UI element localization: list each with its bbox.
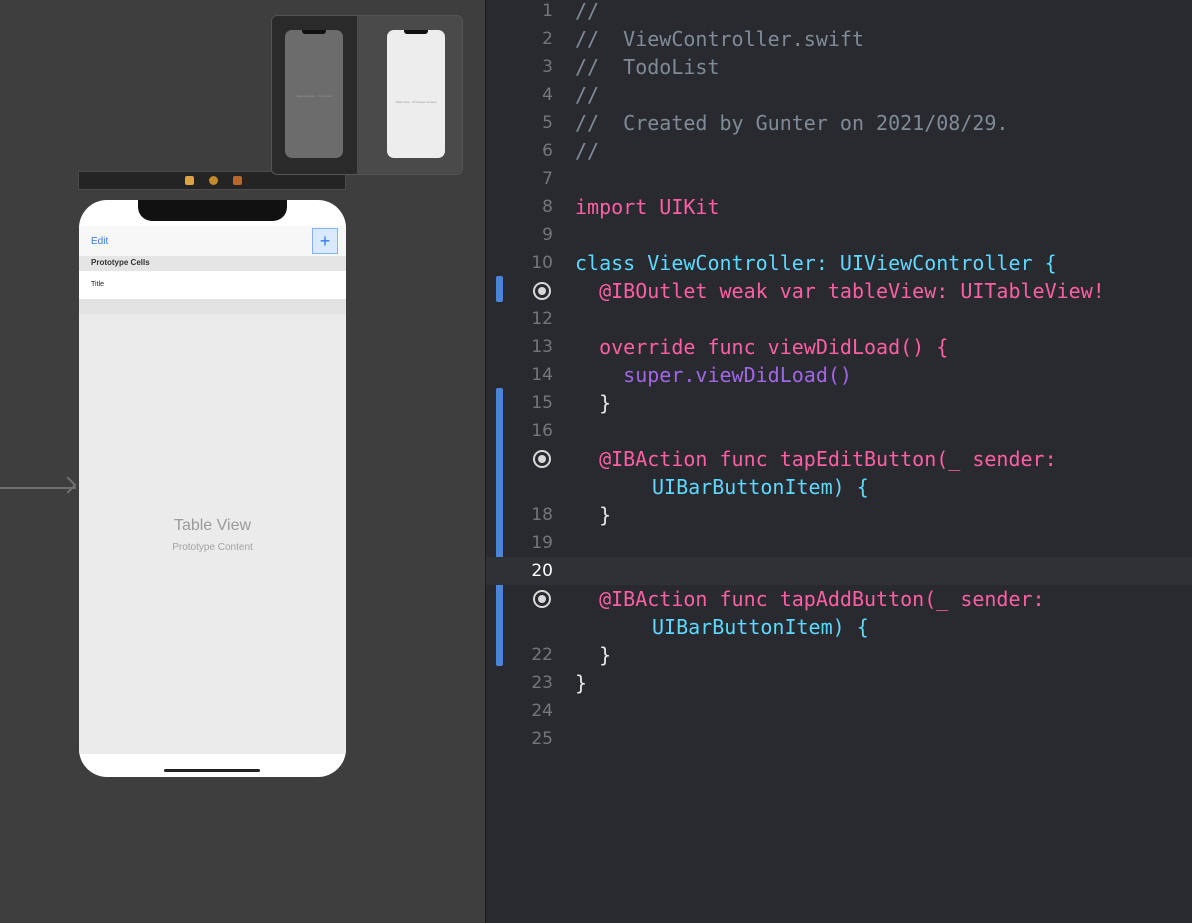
line-number: 15 [531,393,553,413]
code-line[interactable]: 14 super.viewDidLoad() [486,361,1192,389]
code-line-current[interactable]: 20 [486,557,1192,585]
line-number: 22 [531,645,553,665]
code-text: // TodoList [575,55,720,79]
code-text: } [575,671,588,695]
line-number: 13 [531,337,553,357]
code-line[interactable]: 7 [486,165,1192,193]
code-line[interactable]: 18 } [486,501,1192,529]
prototype-cells-label: Prototype Cells [91,258,150,267]
mini-phone: View controller · no content [285,30,343,158]
navigation-bar: Edit + [79,226,346,256]
thumbnail-view-controller[interactable]: View controller · no content [272,16,357,174]
line-number: 12 [531,309,553,329]
line-number: 23 [531,673,553,693]
code-line[interactable]: 15 } [486,389,1192,417]
home-indicator [164,769,260,772]
code-text: // [575,0,600,23]
mini-phone: Table View · Prototype Content [387,30,445,158]
scene-thumbnails-popover[interactable]: View controller · no content Table View … [271,15,463,175]
action-connection-icon[interactable] [533,450,551,468]
prototype-cell[interactable]: Title [79,271,346,300]
line-number: 16 [531,421,553,441]
table-view-separator [79,300,346,314]
code-line[interactable]: @IBAction func tapAddButton(_ sender: [486,585,1192,613]
code-text: // [575,139,600,163]
code-text: class ViewController: UIViewController { [575,251,1057,275]
code-line-continuation[interactable]: UIBarButtonItem) { [486,613,1192,641]
code-text: } [575,391,612,415]
view-controller-icon[interactable] [185,176,194,185]
line-number: 25 [531,729,553,749]
code-line[interactable]: 3 // TodoList [486,53,1192,81]
code-text: } [575,643,612,667]
code-line[interactable]: 4 // [486,81,1192,109]
code-text: override func viewDidLoad() { [575,335,949,359]
mini-notch [404,30,428,34]
code-text: // Created by Gunter on 2021/08/29. [575,111,1009,135]
code-line[interactable]: 8 import UIKit [486,193,1192,221]
code-line[interactable]: 2 // ViewController.swift [486,25,1192,53]
code-line[interactable]: 12 [486,305,1192,333]
table-view-title: Table View [173,517,252,534]
code-text: @IBOutlet weak var tableView: UITableVie… [575,279,1105,303]
code-line[interactable]: 10 class ViewController: UIViewControlle… [486,249,1192,277]
arrow-head-icon [59,476,77,494]
code-text: @IBAction func tapEditButton(_ sender: [575,447,1057,471]
code-line[interactable]: 19 [486,529,1192,557]
code-line[interactable]: 5 // Created by Gunter on 2021/08/29. [486,109,1192,137]
add-bar-button[interactable]: + [312,228,338,254]
line-number: 20 [531,561,553,581]
code-text: UIBarButtonItem) { [652,475,869,499]
code-line[interactable]: 13 override func viewDidLoad() { [486,333,1192,361]
code-line[interactable]: 9 [486,221,1192,249]
code-line[interactable]: @IBOutlet weak var tableView: UITableVie… [486,277,1192,305]
line-number: 10 [531,253,553,273]
action-connection-icon[interactable] [533,590,551,608]
thumbnail-table-view-controller[interactable]: Table View · Prototype Content [357,16,462,174]
line-number: 1 [542,1,553,21]
cell-title-label: Title [91,281,104,288]
code-text: // ViewController.swift [575,27,864,51]
code-line-continuation[interactable]: UIBarButtonItem) { [486,473,1192,501]
line-number: 19 [531,533,553,553]
first-responder-icon[interactable] [209,176,218,185]
outlet-connection-icon[interactable] [533,282,551,300]
line-number: 7 [542,169,553,189]
line-number: 18 [531,505,553,525]
code-line[interactable]: 16 [486,417,1192,445]
code-line[interactable]: 6 // [486,137,1192,165]
code-text: import UIKit [575,195,720,219]
prototype-cells-header: Prototype Cells [79,256,346,271]
thumbnail-left-caption: View controller · no content [295,94,333,98]
line-number: 5 [542,113,553,133]
line-number: 2 [542,29,553,49]
code-text: super.viewDidLoad() [575,363,852,387]
mini-notch [302,30,326,34]
thumbnail-right-caption: Table View · Prototype Content [395,100,437,104]
code-text: } [575,503,612,527]
phone-notch [138,200,287,221]
code-line[interactable]: 1 // [486,0,1192,25]
edit-bar-button[interactable]: Edit [91,236,108,247]
line-number: 6 [542,141,553,161]
code-line[interactable]: @IBAction func tapEditButton(_ sender: [486,445,1192,473]
line-number: 4 [542,85,553,105]
code-text: UIBarButtonItem) { [652,615,869,639]
line-number: 8 [542,197,553,217]
line-number: 3 [542,57,553,77]
code-line[interactable]: 24 [486,697,1192,725]
storyboard-canvas[interactable]: Edit + Prototype Cells Title Table View … [0,0,485,923]
code-line[interactable]: 25 [486,725,1192,753]
table-view-subtitle: Prototype Content [172,542,253,553]
code-line[interactable]: 23 } [486,669,1192,697]
code-text: @IBAction func tapAddButton(_ sender: [575,587,1045,611]
exit-icon[interactable] [233,176,242,185]
iphone-scene[interactable]: Edit + Prototype Cells Title Table View … [79,200,346,777]
code-line[interactable]: 22 } [486,641,1192,669]
line-number: 9 [542,225,553,245]
code-editor[interactable]: 1 // 2 // ViewController.swift 3 // Todo… [485,0,1192,923]
code-text: // [575,83,600,107]
line-number: 24 [531,701,553,721]
line-number: 14 [531,365,553,385]
